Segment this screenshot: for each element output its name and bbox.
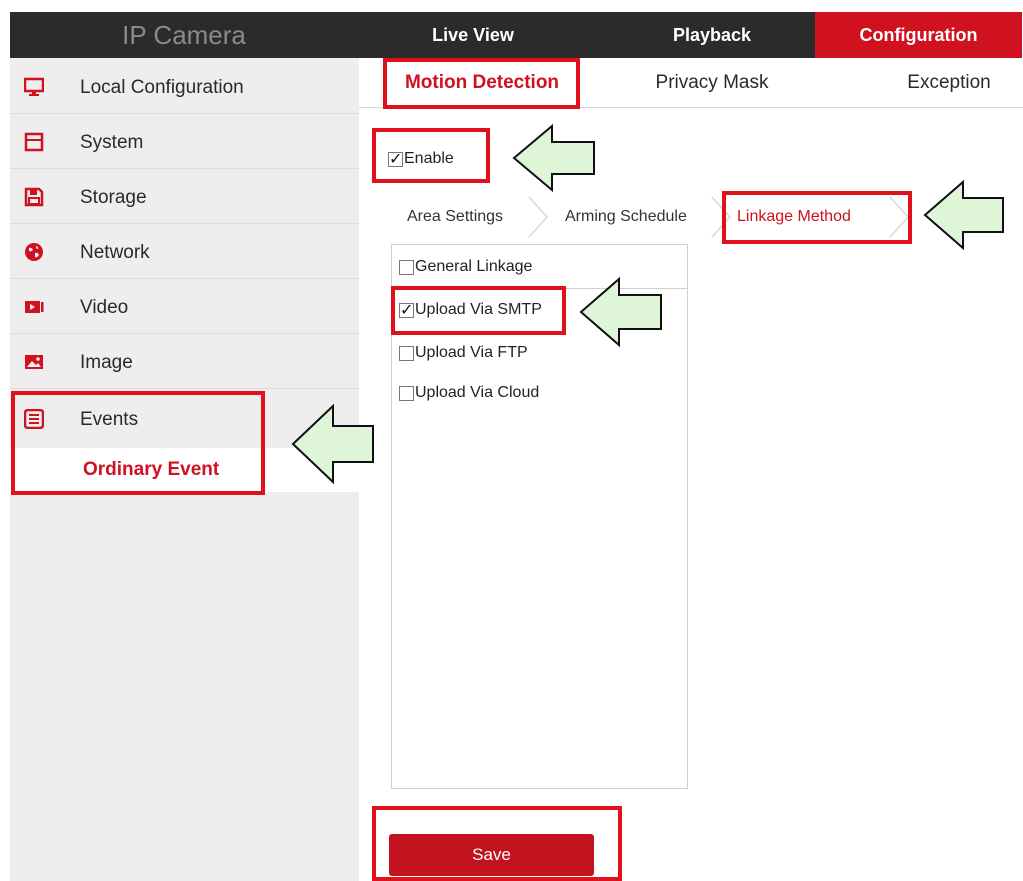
top-header: IP Camera Live View Playback Configurati…	[10, 12, 1022, 58]
sidebar-item-label: System	[80, 132, 144, 153]
sidebar-item-label: Network	[80, 242, 150, 263]
sidebar-item-network[interactable]: Network	[10, 225, 359, 279]
highlight-box	[391, 286, 566, 335]
step-arming-schedule[interactable]: Arming Schedule	[565, 195, 687, 239]
step-area-settings[interactable]: Area Settings	[407, 195, 503, 239]
upload-cloud-checkbox[interactable]	[399, 386, 414, 401]
upload-cloud-label: Upload Via Cloud	[415, 384, 540, 401]
sidebar-item-system[interactable]: System	[10, 115, 359, 169]
tab-configuration[interactable]: Configuration	[815, 12, 1022, 58]
system-icon	[24, 132, 44, 152]
tab-exception[interactable]: Exception	[889, 58, 1009, 108]
upload-ftp-checkbox[interactable]	[399, 346, 414, 361]
chevron-right-icon	[528, 196, 549, 238]
video-icon	[25, 301, 44, 313]
arrow-left-icon	[291, 403, 374, 485]
arrow-left-icon	[923, 179, 1004, 251]
sidebar-item-label: Storage	[80, 187, 147, 208]
sidebar-item-video[interactable]: Video	[10, 280, 359, 334]
highlight-box	[372, 806, 622, 881]
image-icon	[25, 355, 43, 369]
upload-ftp-label: Upload Via FTP	[415, 344, 528, 361]
sidebar-item-image[interactable]: Image	[10, 335, 359, 389]
storage-icon	[24, 187, 44, 207]
highlight-box	[383, 58, 580, 109]
app-window: IP Camera Live View Playback Configurati…	[0, 0, 1023, 881]
globe-icon	[25, 243, 43, 261]
arrow-left-icon	[579, 276, 662, 348]
sidebar-item-label: Local Configuration	[80, 77, 244, 98]
sidebar-item-label: Image	[80, 352, 133, 373]
tab-privacy-mask[interactable]: Privacy Mask	[627, 58, 797, 108]
arrow-left-icon	[512, 123, 595, 193]
tab-playback[interactable]: Playback	[622, 12, 802, 58]
general-linkage-checkbox[interactable]	[399, 260, 414, 275]
highlight-box	[11, 391, 265, 495]
monitor-icon	[24, 77, 44, 96]
highlight-box	[722, 191, 912, 244]
tab-live-view[interactable]: Live View	[403, 12, 543, 58]
sidebar-item-label: Video	[80, 297, 129, 318]
general-linkage-label: General Linkage	[415, 258, 533, 275]
sidebar-item-storage[interactable]: Storage	[10, 170, 359, 224]
sidebar-item-local-configuration[interactable]: Local Configuration	[10, 60, 359, 114]
brand-title: IP Camera	[122, 20, 246, 50]
highlight-box	[372, 128, 490, 183]
